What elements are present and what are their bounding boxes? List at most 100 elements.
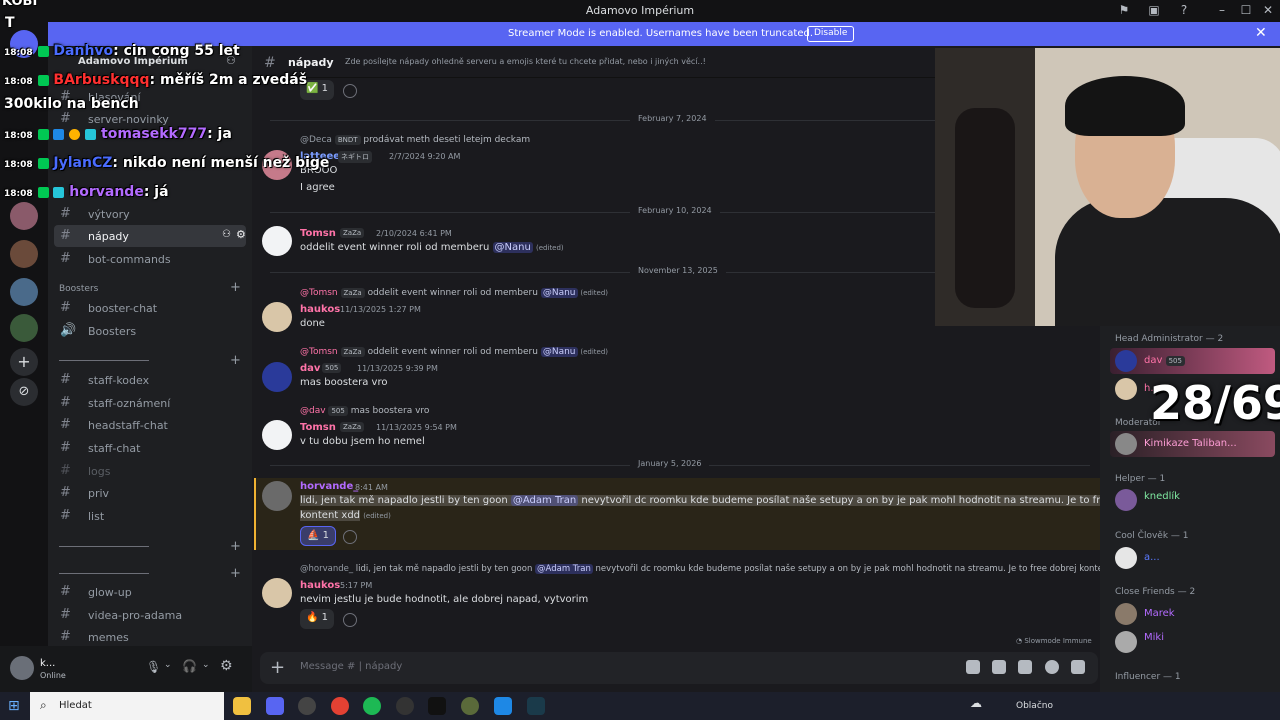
avatar[interactable] [262,578,292,608]
add-reaction-icon[interactable] [343,613,357,627]
message-input[interactable]: Message # | nápady [300,661,402,672]
reaction[interactable]: ⛵ 1 [300,526,337,546]
settings-gear-icon[interactable]: ⚙ [220,658,233,674]
channel-item[interactable]: # headstaff-chat [54,414,246,436]
chrome-icon[interactable] [331,697,349,715]
avatar[interactable] [1115,433,1137,455]
windows-start-icon[interactable]: ⊞ [8,698,24,714]
avatar[interactable] [262,481,292,511]
channel-item-booster-chat[interactable]: # booster-chat [54,297,246,319]
discord-icon[interactable] [266,697,284,715]
reply-preview[interactable]: @dav 505 mas boostera vro [300,406,429,416]
tiktok-icon[interactable] [428,697,446,715]
channel-item[interactable]: # list [54,505,246,527]
app-icon[interactable] [494,697,512,715]
add-reaction-icon[interactable] [343,530,357,544]
avatar[interactable] [1115,350,1137,372]
avatar[interactable] [1115,378,1137,400]
member-category: Close Friends — 2 [1115,587,1196,597]
channel-item[interactable]: # logs [54,460,246,482]
avatar[interactable] [1115,631,1137,653]
screen-icon[interactable]: ▣ [1146,3,1162,19]
gif-icon[interactable] [992,660,1006,674]
message-author[interactable]: Tomsn [300,228,336,239]
message-composer[interactable]: + Message # | nápady [260,652,1098,684]
obs-icon[interactable] [396,697,414,715]
add-attachment-icon[interactable]: + [270,657,285,678]
headphones-icon[interactable]: 🎧 [182,659,197,673]
reply-preview[interactable]: @Deca BNDT prodávat meth deseti letejm d… [300,135,530,145]
channel-item[interactable]: # videa-pro-adama [54,604,246,626]
member-name[interactable]: Marek [1144,608,1175,619]
message-author[interactable]: Tomsn [300,422,336,433]
channel-item-napady[interactable]: # nápady ⚇ ⚙ [54,225,246,247]
gift-icon[interactable] [966,660,980,674]
avatar[interactable] [10,656,34,680]
help-icon[interactable]: ? [1176,3,1192,19]
reply-preview[interactable]: @Tomsn ZaZa oddelit event winner roli od… [300,347,608,357]
member-name[interactable]: a... [1144,552,1160,563]
channel-item[interactable]: # staff-chat [54,437,246,459]
voice-channel-boosters[interactable]: 🔊 Boosters [54,320,246,342]
server-icon[interactable] [10,202,38,230]
app-icon[interactable] [461,697,479,715]
channel-item[interactable]: # staff-kodex [54,369,246,391]
search-input[interactable]: Hledat [59,700,92,711]
message-author[interactable]: horvande_ [300,481,358,492]
disable-button[interactable]: Disable [807,26,855,42]
add-channel-icon[interactable]: + [230,280,241,295]
spotify-icon[interactable] [363,697,381,715]
member-name[interactable]: Kimikaze Taliban... [1144,438,1237,449]
close-window-icon[interactable]: ✕ [1260,3,1276,19]
channel-topic[interactable]: Zde posílejte nápady ohledně serveru a e… [345,57,706,66]
channel-item[interactable]: # priv [54,482,246,504]
channel-item-vytvory[interactable]: # výtvory [54,203,246,225]
minimize-icon[interactable]: – [1214,3,1230,19]
taskbar-search[interactable]: ⌕ Hledat [30,692,224,720]
chevron-down-icon[interactable]: ⌄ [164,660,172,670]
chevron-down-icon[interactable]: ⌄ [202,660,210,670]
channel-item[interactable]: # memes [54,626,246,648]
add-channel-icon[interactable]: + [230,566,241,581]
avatar[interactable] [1115,489,1137,511]
message-author[interactable]: haukos [300,580,340,591]
category-boosters[interactable]: Boosters [59,284,98,294]
avatar[interactable] [262,362,292,392]
server-icon[interactable] [10,278,38,306]
message-author[interactable]: dav [300,363,320,374]
reply-preview[interactable]: @horvande_ lidi, jen tak mě napadlo jest… [300,564,1128,574]
add-channel-icon[interactable]: + [230,353,241,368]
terminal-icon[interactable] [527,697,545,715]
add-server-icon[interactable]: + [10,348,38,376]
message-author[interactable]: haukos [300,304,340,315]
sticker-icon[interactable] [1018,660,1032,674]
avatar[interactable] [262,420,292,450]
reaction[interactable]: 🔥 1 [300,609,335,629]
channel-item[interactable]: # staff-oznámení [54,392,246,414]
channel-item-bot-commands[interactable]: # bot-commands [54,248,246,270]
channel-item[interactable]: # glow-up [54,581,246,603]
member-name[interactable]: Miki [1144,632,1164,643]
maximize-icon[interactable]: ☐ [1238,3,1254,19]
avatar[interactable] [1115,547,1137,569]
member-name[interactable]: dav 505 [1144,355,1185,366]
app-icon[interactable] [298,697,316,715]
avatar[interactable] [1115,603,1137,625]
file-explorer-icon[interactable] [233,697,251,715]
avatar[interactable] [262,226,292,256]
close-icon[interactable]: ✕ [1255,25,1267,41]
avatar[interactable] [262,302,292,332]
add-member-icon[interactable]: ⚇ [222,229,231,240]
discover-icon[interactable]: ⊘ [10,378,38,406]
server-icon[interactable] [10,314,38,342]
inbox-icon[interactable]: ⚑ [1116,3,1132,19]
mic-icon[interactable]: 🎙 [146,660,161,674]
add-channel-icon[interactable]: + [230,539,241,554]
reply-preview[interactable]: @Tomsn ZaZa oddelit event winner roli od… [300,288,608,298]
member-name[interactable]: knedlík [1144,491,1180,502]
server-icon[interactable] [10,240,38,268]
apps-icon[interactable] [1071,660,1085,674]
gear-icon[interactable]: ⚙ [236,228,246,241]
add-reaction-icon[interactable] [343,84,357,98]
emoji-icon[interactable] [1045,660,1059,674]
